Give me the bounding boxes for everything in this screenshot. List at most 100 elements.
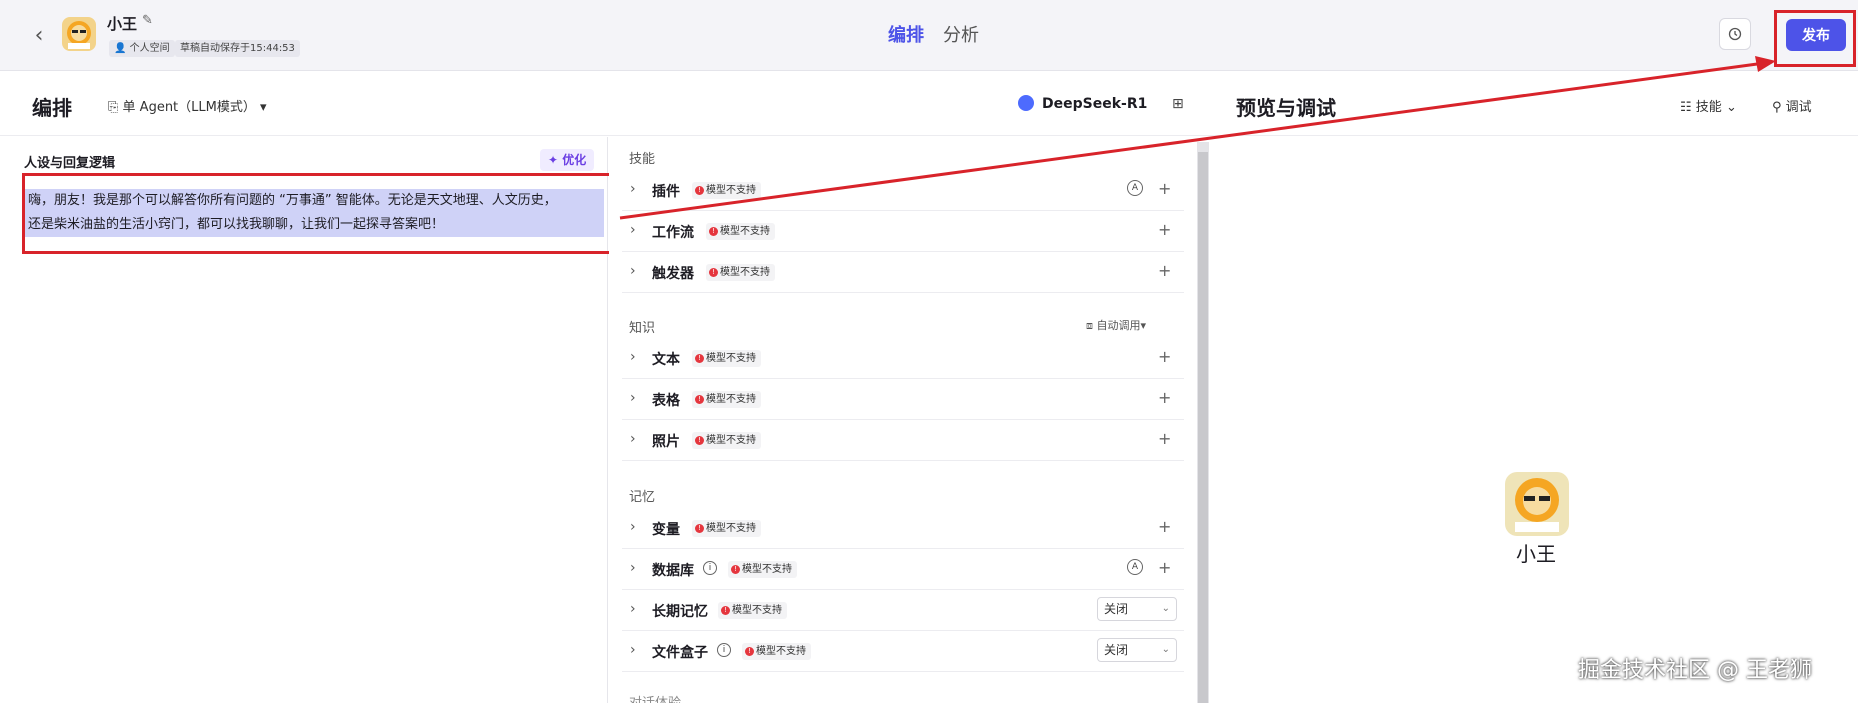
space-label: 个人空间 bbox=[129, 43, 170, 54]
grid-settings-icon[interactable]: ⊞ bbox=[1172, 96, 1184, 112]
badge-text: 模型不支持 bbox=[720, 267, 770, 278]
add-plugin-icon[interactable]: + bbox=[1158, 179, 1171, 198]
chevron-down-icon: ⌄ bbox=[1161, 603, 1170, 614]
file-box-select[interactable]: 关闭 ⌄ bbox=[1097, 638, 1177, 662]
add-variable-icon[interactable]: + bbox=[1158, 517, 1171, 536]
auto-call-dropdown[interactable]: ⧈ 自动调用▾ bbox=[1086, 317, 1146, 333]
chevron-right-icon: › bbox=[630, 390, 636, 406]
add-database-icon[interactable]: + bbox=[1158, 558, 1171, 577]
chevron-right-icon: › bbox=[630, 222, 636, 238]
row-variable[interactable]: › 变量 ! 模型不支持 + bbox=[622, 508, 1184, 549]
publish-highlight-box bbox=[1774, 10, 1856, 67]
select-value: 关闭 bbox=[1104, 643, 1129, 657]
row-file-box[interactable]: › 文件盒子 i ! 模型不支持 关闭 ⌄ bbox=[622, 631, 1184, 672]
optimize-button[interactable]: ✦ 优化 bbox=[540, 149, 595, 171]
group-skills: 技能 bbox=[629, 152, 656, 167]
warning-icon: ! bbox=[709, 267, 718, 277]
tab-analysis[interactable]: 分析 bbox=[943, 21, 979, 47]
debug-button[interactable]: ⚲ 调试 bbox=[1772, 96, 1812, 115]
row-label: 文件盒子 bbox=[652, 645, 708, 661]
debug-label: 调试 bbox=[1785, 100, 1812, 115]
skill-dropdown[interactable]: ☷ 技能 ⌄ bbox=[1680, 96, 1737, 115]
preview-bot-name: 小王 bbox=[1516, 542, 1556, 566]
badge-text: 模型不支持 bbox=[706, 523, 756, 534]
unsupported-badge: ! 模型不支持 bbox=[742, 643, 811, 660]
row-long-memory[interactable]: › 长期记忆 ! 模型不支持 关闭 ⌄ bbox=[622, 590, 1184, 631]
chevron-right-icon: › bbox=[630, 560, 636, 576]
group-knowledge: 知识 bbox=[629, 321, 656, 336]
warning-icon: ! bbox=[695, 185, 704, 195]
history-button[interactable] bbox=[1719, 18, 1751, 50]
unsupported-badge: ! 模型不支持 bbox=[706, 223, 775, 240]
badge-text: 模型不支持 bbox=[732, 605, 782, 616]
badge-text: 模型不支持 bbox=[706, 394, 756, 405]
unsupported-badge: ! 模型不支持 bbox=[706, 264, 775, 281]
warning-icon: ! bbox=[745, 646, 754, 656]
badge-text: 模型不支持 bbox=[756, 646, 806, 657]
agent-mode-label: 单 Agent（LLM模式） bbox=[122, 100, 256, 115]
auto-mode-icon[interactable]: A bbox=[1127, 180, 1143, 196]
warning-icon: ! bbox=[709, 226, 718, 236]
row-label: 数据库 bbox=[652, 563, 694, 579]
deepseek-logo-icon bbox=[1018, 95, 1034, 111]
row-label: 照片 bbox=[652, 434, 680, 450]
row-label: 变量 bbox=[652, 522, 680, 538]
auto-mode-icon[interactable]: A bbox=[1127, 559, 1143, 575]
badge-text: 模型不支持 bbox=[706, 435, 756, 446]
model-select[interactable]: DeepSeek-R1 bbox=[1042, 96, 1147, 112]
group-memory: 记忆 bbox=[629, 490, 656, 505]
add-workflow-icon[interactable]: + bbox=[1158, 220, 1171, 239]
badge-text: 模型不支持 bbox=[706, 353, 756, 364]
bot-name: 小王 bbox=[107, 15, 138, 33]
add-photo-icon[interactable]: + bbox=[1158, 429, 1171, 448]
row-label: 表格 bbox=[652, 393, 680, 409]
auto-call-label: 自动调用 bbox=[1096, 319, 1141, 332]
row-database[interactable]: › 数据库 i ! 模型不支持 A + bbox=[622, 549, 1184, 590]
row-label: 插件 bbox=[652, 184, 680, 200]
row-label: 长期记忆 bbox=[652, 604, 708, 620]
edit-icon[interactable]: ✎ bbox=[142, 13, 153, 28]
agent-mode-select[interactable]: ⎘ 单 Agent（LLM模式） ▾ bbox=[108, 96, 267, 115]
config-scrollbar-thumb[interactable] bbox=[1198, 152, 1208, 703]
add-text-icon[interactable]: + bbox=[1158, 347, 1171, 366]
row-plugin[interactable]: › 插件 ! 模型不支持 A + bbox=[622, 170, 1184, 211]
group-dialog: 对话体验 bbox=[629, 692, 681, 703]
unsupported-badge: ! 模型不支持 bbox=[692, 350, 761, 367]
row-label: 触发器 bbox=[652, 266, 694, 282]
unsupported-badge: ! 模型不支持 bbox=[718, 602, 787, 619]
unsupported-badge: ! 模型不支持 bbox=[692, 391, 761, 408]
row-table[interactable]: › 表格 ! 模型不支持 + bbox=[622, 379, 1184, 420]
warning-icon: ! bbox=[695, 523, 704, 533]
sub-bar: 编排 ⎘ 单 Agent（LLM模式） ▾ DeepSeek-R1 ⊞ 预览与调… bbox=[0, 72, 1858, 136]
badge-text: 模型不支持 bbox=[706, 185, 756, 196]
history-icon bbox=[1728, 27, 1742, 41]
prompt-highlight-box bbox=[22, 173, 614, 254]
long-memory-select[interactable]: 关闭 ⌄ bbox=[1097, 597, 1177, 621]
chevron-right-icon: › bbox=[630, 642, 636, 658]
row-photo[interactable]: › 照片 ! 模型不支持 + bbox=[622, 420, 1184, 461]
select-value: 关闭 bbox=[1104, 602, 1129, 616]
persona-title: 人设与回复逻辑 bbox=[24, 156, 116, 171]
warning-icon: ! bbox=[695, 353, 704, 363]
chevron-down-icon: ⌄ bbox=[1161, 644, 1170, 655]
unsupported-badge: ! 模型不支持 bbox=[692, 520, 761, 537]
chevron-right-icon: › bbox=[630, 519, 636, 535]
preview-title: 预览与调试 bbox=[1236, 96, 1336, 120]
add-table-icon[interactable]: + bbox=[1158, 388, 1171, 407]
persona-panel: 人设与回复逻辑 ✦ 优化 嗨，朋友！我是那个可以解答你所有问题的 “万事通” 智… bbox=[0, 137, 614, 703]
tab-arrange[interactable]: 编排 bbox=[888, 21, 924, 47]
warning-icon: ! bbox=[721, 605, 730, 615]
bot-avatar bbox=[62, 17, 96, 51]
back-icon[interactable]: ‹ bbox=[26, 22, 52, 48]
chevron-right-icon: › bbox=[630, 349, 636, 365]
badge-text: 模型不支持 bbox=[742, 564, 792, 575]
row-workflow[interactable]: › 工作流 ! 模型不支持 + bbox=[622, 211, 1184, 252]
warning-icon: ! bbox=[695, 394, 704, 404]
info-icon[interactable]: i bbox=[703, 561, 717, 575]
info-icon[interactable]: i bbox=[717, 643, 731, 657]
warning-icon: ! bbox=[731, 564, 740, 574]
row-trigger[interactable]: › 触发器 ! 模型不支持 + bbox=[622, 252, 1184, 293]
warning-icon: ! bbox=[695, 435, 704, 445]
row-text[interactable]: › 文本 ! 模型不支持 + bbox=[622, 338, 1184, 379]
add-trigger-icon[interactable]: + bbox=[1158, 261, 1171, 280]
